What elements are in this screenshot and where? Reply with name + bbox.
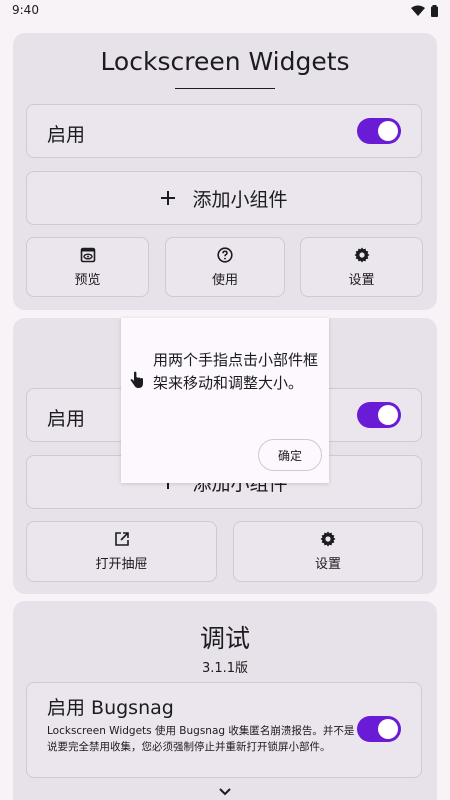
add-widget-button[interactable]: 添加小组件 bbox=[26, 171, 422, 225]
settings-label: 设置 bbox=[348, 272, 375, 288]
drawer-settings-label: 设置 bbox=[314, 557, 341, 572]
confirm-button[interactable]: 确定 bbox=[258, 439, 322, 471]
usage-label: 使用 bbox=[211, 272, 238, 288]
title-underline bbox=[175, 88, 275, 89]
widgets-title: Lockscreen Widgets bbox=[100, 47, 350, 76]
wifi-icon bbox=[411, 5, 425, 17]
plus-icon bbox=[160, 190, 176, 206]
settings-button[interactable]: 设置 bbox=[300, 237, 423, 297]
gear-icon bbox=[354, 247, 370, 263]
battery-icon bbox=[431, 5, 438, 17]
enable-label: 启用 bbox=[47, 124, 86, 146]
toggle-knob bbox=[378, 719, 398, 739]
open-drawer-button[interactable]: 打开抽屉 bbox=[26, 521, 217, 582]
status-bar: 9:40 bbox=[0, 0, 450, 24]
bugsnag-row[interactable]: 启用 Bugsnag Lockscreen Widgets 使用 Bugsnag… bbox=[26, 682, 422, 778]
gear-icon bbox=[320, 531, 336, 547]
status-icons bbox=[411, 5, 438, 17]
add-widget-label: 添加小组件 bbox=[192, 188, 288, 211]
preview-label: 预览 bbox=[74, 272, 101, 288]
enable-toggle[interactable] bbox=[357, 118, 401, 144]
version-label: 3.1.1版 bbox=[201, 661, 249, 676]
dialog-message: 用两个手指点击小部件框架来移动和调整大小。 bbox=[153, 351, 319, 392]
open-drawer-label: 打开抽屉 bbox=[95, 557, 148, 572]
hint-dialog: 用两个手指点击小部件框架来移动和调整大小。 确定 bbox=[121, 318, 329, 483]
chevron-down-icon[interactable] bbox=[218, 787, 232, 796]
preview-icon bbox=[80, 247, 96, 263]
open-external-icon bbox=[114, 531, 130, 547]
bugsnag-description: Lockscreen Widgets 使用 Bugsnag 收集匿名崩溃报告。并… bbox=[47, 725, 355, 753]
drawer-settings-button[interactable]: 设置 bbox=[233, 521, 423, 582]
enable-row[interactable]: 启用 bbox=[26, 104, 422, 158]
preview-button[interactable]: 预览 bbox=[26, 237, 149, 297]
toggle-knob bbox=[378, 121, 398, 141]
touch-hand-icon bbox=[129, 370, 145, 390]
help-icon bbox=[217, 246, 233, 263]
drawer-enable-toggle[interactable] bbox=[357, 402, 401, 428]
status-time: 9:40 bbox=[12, 3, 39, 17]
drawer-enable-label: 启用 bbox=[47, 408, 86, 430]
debug-card: 调试 3.1.1版 启用 Bugsnag Lockscreen Widgets … bbox=[13, 601, 437, 800]
debug-title: 调试 bbox=[199, 624, 250, 653]
bugsnag-label: 启用 Bugsnag bbox=[47, 697, 174, 719]
widgets-card: Lockscreen Widgets 启用 添加小组件 预览 使用 设置 bbox=[13, 33, 437, 310]
toggle-knob bbox=[378, 405, 398, 425]
bugsnag-toggle[interactable] bbox=[357, 716, 401, 742]
usage-button[interactable]: 使用 bbox=[165, 237, 285, 297]
